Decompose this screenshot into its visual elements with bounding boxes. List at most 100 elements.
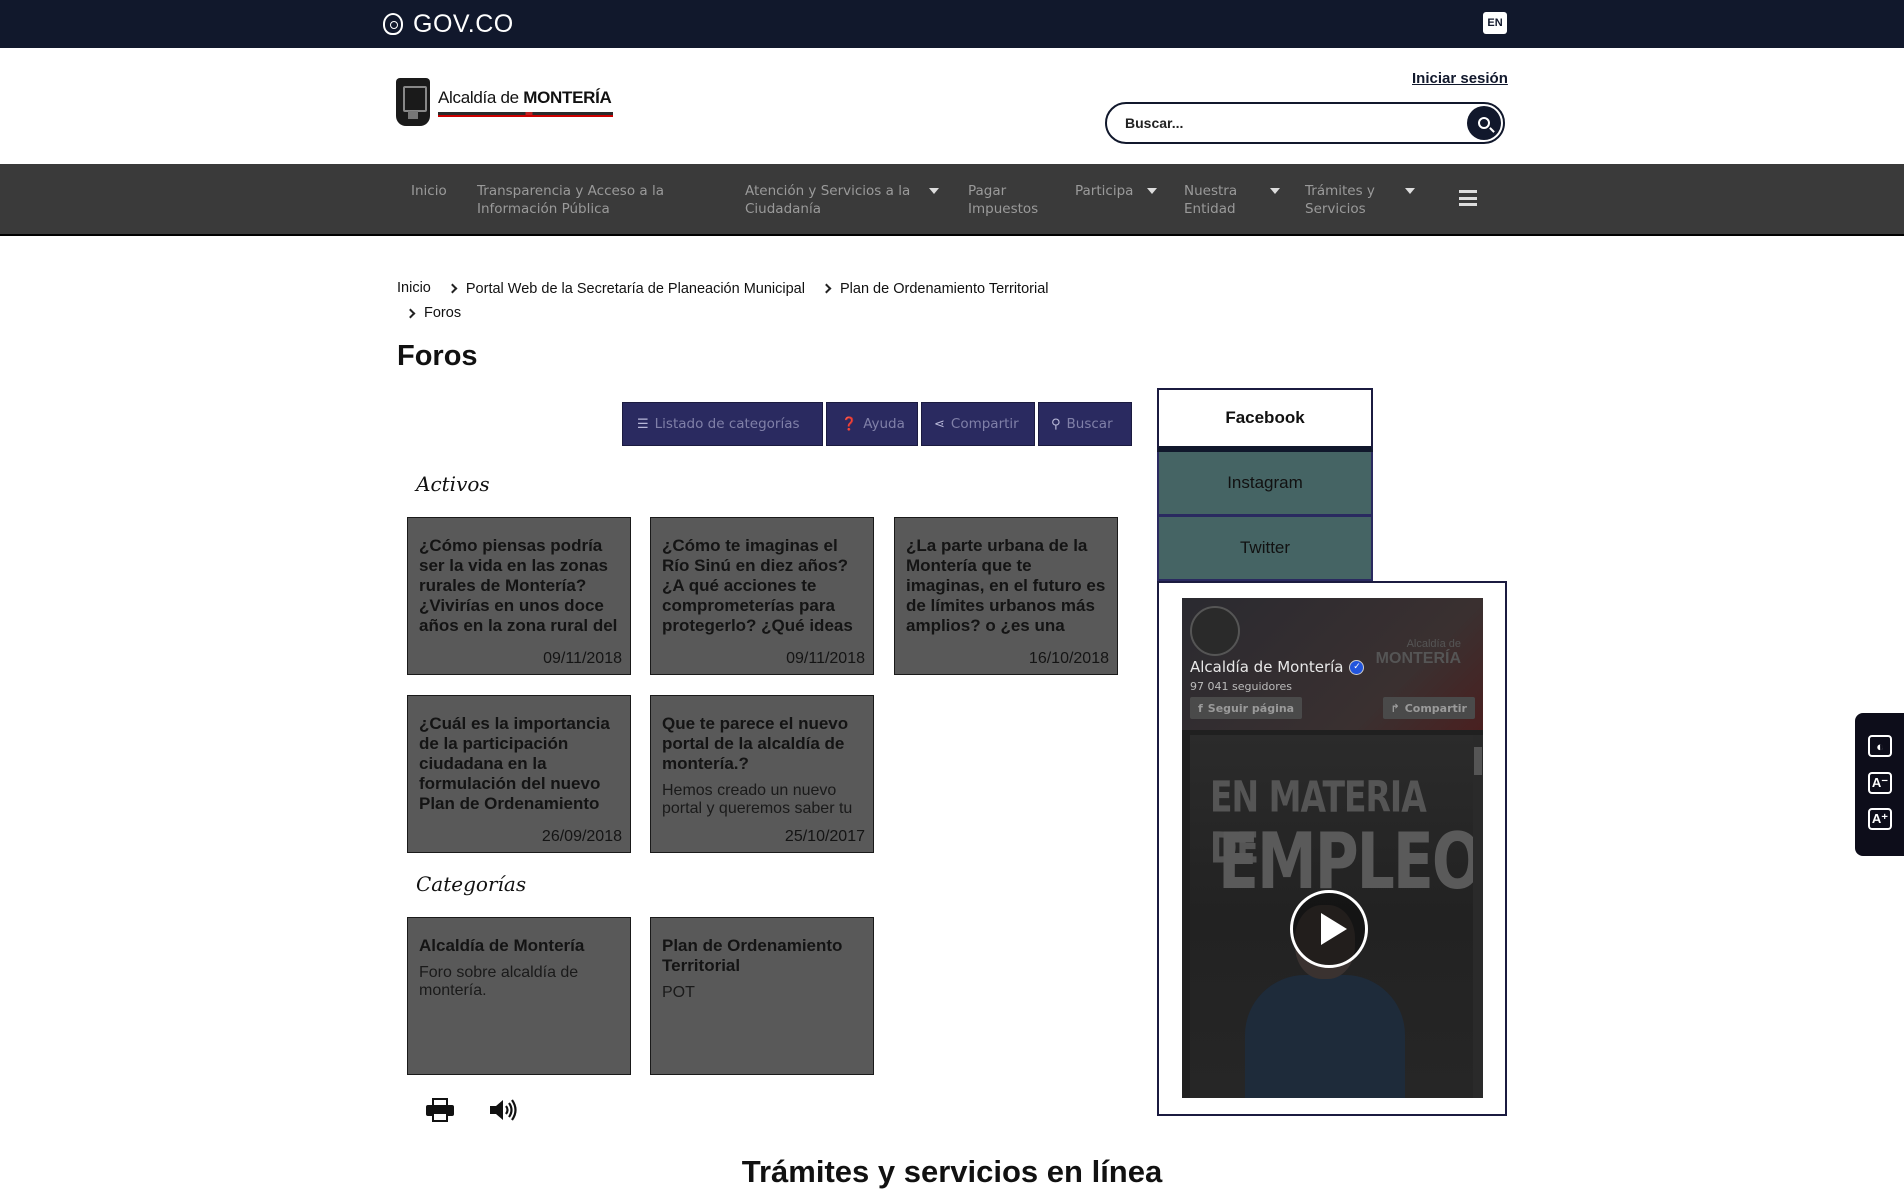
forum-card-date: 09/11/2018 <box>539 650 622 668</box>
contrast-icon[interactable]: ◐ <box>1868 735 1892 757</box>
nav-label: Transparencia y Acceso a la Información … <box>477 183 664 217</box>
speaker-icon[interactable] <box>488 1097 518 1123</box>
help-button[interactable]: ❓ Ayuda <box>826 402 918 446</box>
social-tabs: Facebook Instagram Twitter <box>1157 388 1373 582</box>
breadcrumb-pot[interactable]: Plan de Ordenamiento Territorial <box>840 277 1048 301</box>
menu-icon[interactable] <box>1459 190 1477 206</box>
breadcrumb: Inicio Portal Web de la Secretaría de Pl… <box>397 276 1117 325</box>
forum-card-title: Que te parece el nuevo portal de la alca… <box>662 714 849 773</box>
section-categories-title: Categorías <box>416 872 527 896</box>
nav-label: Atención y Servicios a la Ciudadanía <box>745 183 911 217</box>
footer-section-title: Trámites y servicios en línea <box>741 1154 1163 1189</box>
play-icon[interactable] <box>1290 890 1368 968</box>
page-avatar[interactable] <box>1190 606 1240 656</box>
categories-list-button[interactable]: ☰ Listado de categorías <box>622 402 823 446</box>
nav-item-transparencia[interactable]: Transparencia y Acceso a la Información … <box>477 182 707 218</box>
category-card-desc: Foro sobre alcaldía de montería. <box>419 964 579 999</box>
search-box <box>1105 102 1505 144</box>
search-input[interactable] <box>1125 112 1455 134</box>
chevron-right-icon <box>447 283 458 294</box>
accessibility-bar: ◐ A⁻ A⁺ <box>1855 713 1904 856</box>
breadcrumb-current: Foros <box>424 305 462 321</box>
govco-bar: GOV.CO EN <box>0 0 1904 48</box>
chevron-down-icon <box>1270 188 1280 194</box>
logo-stripe <box>438 111 613 117</box>
forum-card-date: 25/10/2017 <box>780 828 865 846</box>
nav-item-atencion[interactable]: Atención y Servicios a la Ciudadanía <box>745 182 945 218</box>
search-icon: ⚲ <box>1051 416 1061 432</box>
category-card-desc: POT <box>662 984 695 1001</box>
increase-font-icon[interactable]: A⁺ <box>1868 808 1892 830</box>
cover-brand-big: MONTERÍA <box>1375 650 1461 667</box>
nav-label: Trámites y Servicios <box>1305 183 1375 217</box>
logo-prefix: Alcaldía de <box>438 87 524 107</box>
forum-card[interactable]: Que te parece el nuevo portal de la alca… <box>650 695 874 853</box>
govco-logo[interactable]: GOV.CO <box>383 10 514 38</box>
cover-brand-small: Alcaldía de <box>1406 638 1461 650</box>
facebook-cover: Alcaldía de MONTERÍA Alcaldía de Montería… <box>1182 598 1483 730</box>
logo-city: MONTERÍA <box>523 87 612 107</box>
nav-label: Nuestra Entidad <box>1184 183 1238 217</box>
forum-card-date: 16/10/2018 <box>1024 650 1109 668</box>
language-toggle[interactable]: EN <box>1483 12 1507 34</box>
forum-search-button[interactable]: ⚲ Buscar <box>1038 402 1132 446</box>
forum-card-desc: Hemos creado un nuevo portal y queremos … <box>662 782 853 817</box>
category-card-title: Plan de Ordenamiento Territorial <box>662 936 843 975</box>
crest-icon <box>396 78 430 126</box>
forum-card-date: 26/09/2018 <box>537 828 622 846</box>
forum-card[interactable]: ¿La parte urbana de la Montería que te i… <box>894 517 1118 675</box>
list-icon: ☰ <box>637 416 649 432</box>
forum-card[interactable]: ¿Cómo piensas podría ser la vida en las … <box>407 517 631 675</box>
category-card[interactable]: Plan de Ordenamiento Territorial POT <box>650 917 874 1075</box>
share-icon: ⋖ <box>934 416 945 432</box>
nav-item-entidad[interactable]: Nuestra Entidad <box>1184 182 1284 218</box>
nav-label: Inicio <box>411 183 447 199</box>
nav-item-inicio[interactable]: Inicio <box>411 182 447 200</box>
facebook-embed: Alcaldía de MONTERÍA Alcaldía de Montería… <box>1182 598 1483 1098</box>
nav-label: Participa <box>1075 183 1134 199</box>
chevron-down-icon <box>1405 188 1415 194</box>
nav-item-pagar[interactable]: Pagar Impuestos <box>968 182 1048 218</box>
forum-card-title: ¿Cómo piensas podría ser la vida en las … <box>419 536 618 638</box>
category-card[interactable]: Alcaldía de Montería Foro sobre alcaldía… <box>407 917 631 1075</box>
alcaldia-logo[interactable]: Alcaldía de MONTERÍA <box>396 76 616 128</box>
chevron-down-icon <box>1147 188 1158 194</box>
nav-item-tramites[interactable]: Trámites y Servicios <box>1305 182 1420 218</box>
search-button[interactable] <box>1467 106 1501 140</box>
verified-icon: ✓ <box>1349 659 1365 675</box>
fb-scrollbar[interactable] <box>1473 735 1483 1098</box>
question-icon: ❓ <box>841 416 858 432</box>
forum-card-title: ¿Cuál es la importancia de la participac… <box>419 714 610 816</box>
login-link[interactable]: Iniciar sesión <box>1412 70 1508 87</box>
search-icon <box>1478 117 1490 129</box>
nav-item-participa[interactable]: Participa <box>1075 182 1158 200</box>
chevron-down-icon <box>929 188 939 194</box>
breadcrumb-portal[interactable]: Portal Web de la Secretaría de Planeació… <box>466 277 805 301</box>
govco-shield-icon <box>383 13 403 35</box>
forum-card[interactable]: ¿Cuál es la importancia de la participac… <box>407 695 631 853</box>
forum-card-date: 09/11/2018 <box>782 650 865 668</box>
site-header: Alcaldía de MONTERÍA Iniciar sesión <box>0 48 1904 164</box>
govco-brand: GOV.CO <box>413 9 514 38</box>
facebook-widget: Alcaldía de MONTERÍA Alcaldía de Montería… <box>1157 581 1507 1116</box>
fb-share-button[interactable]: ↱ Compartir <box>1382 697 1475 719</box>
tab-instagram[interactable]: Instagram <box>1157 452 1373 517</box>
share-button[interactable]: ⋖ Compartir <box>921 402 1035 446</box>
facebook-icon: f <box>1198 701 1203 715</box>
forum-card-title: ¿La parte urbana de la Montería que te i… <box>906 536 1106 638</box>
tab-twitter[interactable]: Twitter <box>1157 517 1373 582</box>
decrease-font-icon[interactable]: A⁻ <box>1868 772 1892 794</box>
share-arrow-icon: ↱ <box>1390 701 1400 715</box>
follow-page-button[interactable]: f Seguir página <box>1190 697 1303 719</box>
tab-facebook[interactable]: Facebook <box>1157 388 1373 452</box>
category-card-title: Alcaldía de Montería <box>419 936 585 955</box>
forum-card[interactable]: ¿Cómo te imaginas el Río Sinú en diez añ… <box>650 517 874 675</box>
print-icon[interactable] <box>426 1098 454 1122</box>
fb-page-name[interactable]: Alcaldía de Montería <box>1190 658 1343 676</box>
page-title: Foros <box>397 340 478 372</box>
forum-card-title: ¿Cómo te imaginas el Río Sinú en diez añ… <box>662 536 858 638</box>
breadcrumb-inicio[interactable]: Inicio <box>397 276 431 300</box>
forum-toolbar: ☰ Listado de categorías ❓ Ayuda ⋖ Compartir… <box>622 402 1132 446</box>
main-nav: Inicio Transparencia y Acceso a la Infor… <box>0 164 1904 236</box>
chevron-right-icon <box>405 308 416 318</box>
